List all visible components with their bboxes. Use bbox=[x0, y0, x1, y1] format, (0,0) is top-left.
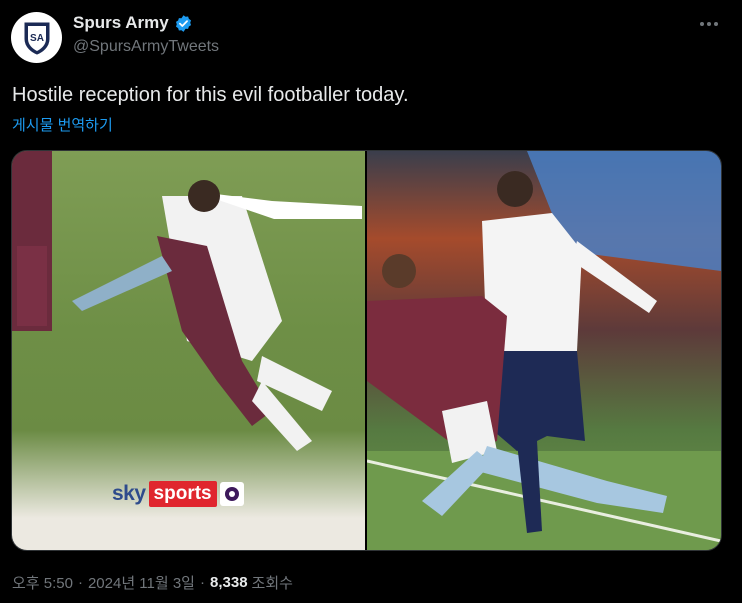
premier-league-icon bbox=[219, 482, 244, 506]
views-count: 8,338 bbox=[210, 574, 248, 591]
broadcast-logo: sky sports bbox=[112, 481, 244, 507]
tweet-text: Hostile reception for this evil football… bbox=[12, 84, 409, 106]
translate-post-link[interactable]: 게시물 번역하기 bbox=[12, 114, 113, 135]
views-label: 조회수 bbox=[251, 575, 293, 592]
media-photo-left[interactable]: sky sports bbox=[12, 151, 365, 550]
tweet-media[interactable]: sky sports bbox=[11, 150, 722, 551]
sports-wordmark: sports bbox=[148, 481, 217, 507]
avatar[interactable]: SA bbox=[11, 12, 62, 63]
display-name[interactable]: Spurs Army bbox=[73, 13, 169, 33]
verified-badge-icon[interactable] bbox=[174, 14, 193, 33]
post-time[interactable]: 오후 5:50 bbox=[12, 572, 73, 593]
tweet-meta: 오후 5:50 · 2024년 11월 3일 · 8,338 조회수 bbox=[12, 572, 293, 593]
avatar-initials: SA bbox=[30, 33, 44, 44]
post-date[interactable]: 2024년 11월 3일 bbox=[88, 572, 195, 593]
author-name-row: Spurs Army bbox=[73, 13, 193, 33]
photo-right-scene bbox=[367, 151, 721, 550]
club-crest-icon: SA bbox=[24, 22, 49, 55]
author-handle[interactable]: @SpursArmyTweets bbox=[73, 38, 219, 56]
more-options-icon[interactable] bbox=[696, 14, 722, 34]
media-photo-right[interactable] bbox=[367, 151, 721, 550]
meta-separator: · bbox=[200, 574, 205, 591]
meta-separator: · bbox=[77, 574, 83, 591]
sky-wordmark: sky bbox=[112, 482, 146, 505]
